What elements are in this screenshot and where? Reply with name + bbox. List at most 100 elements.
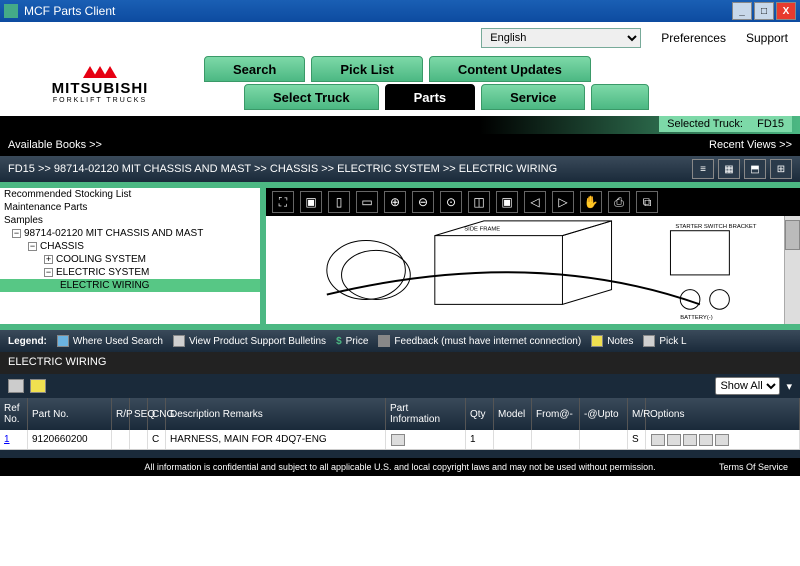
select-icon[interactable]: ▣ [496,191,518,213]
tab-search[interactable]: Search [204,56,305,82]
zoom-in-icon[interactable]: ⊕ [384,191,406,213]
pan-icon[interactable]: ✋ [580,191,602,213]
preferences-link[interactable]: Preferences [661,31,726,45]
legend-price[interactable]: $Price [336,336,368,347]
cell-seq [130,430,148,449]
cell-ref[interactable]: 1 [0,430,28,449]
support-link[interactable]: Support [746,31,788,45]
next-icon[interactable]: ▷ [552,191,574,213]
cell-upto [580,430,628,449]
legend-bulletins[interactable]: View Product Support Bulletins [173,335,326,347]
cell-mr: S [628,430,646,449]
list-view-icon[interactable]: ≡ [692,159,714,179]
col-info[interactable]: Part Information [386,398,466,430]
legend-bar: Legend: Where Used Search View Product S… [0,330,800,352]
dropdown-icon[interactable]: ▾ [786,380,792,393]
marquee-icon[interactable]: ◫ [468,191,490,213]
tree-chassis[interactable]: −CHASSIS [0,240,260,253]
maximize-button[interactable]: □ [754,2,774,20]
col-desc[interactable]: Description Remarks [166,398,386,430]
logo: MITSUBISHI FORKLIFT TRUCKS [0,54,200,116]
tab-select-truck[interactable]: Select Truck [244,84,379,110]
col-seq[interactable]: SEQ [130,398,148,430]
legend-where-used[interactable]: Where Used Search [57,335,163,347]
section-header: ELECTRIC WIRING [0,352,800,374]
legend-pick[interactable]: Pick L [643,335,686,347]
expand-icon[interactable]: + [44,255,53,264]
cell-from [532,430,580,449]
close-button[interactable]: X [776,2,796,20]
print-icon[interactable]: ⎙ [608,191,630,213]
col-opt[interactable]: Options [646,398,800,430]
header: MITSUBISHI FORKLIFT TRUCKS Search Pick L… [0,54,800,116]
legend-notes[interactable]: Notes [591,335,633,347]
tree-cooling[interactable]: +COOLING SYSTEM [0,253,260,266]
tab-service[interactable]: Service [481,84,585,110]
opt-icon-5[interactable] [715,434,729,446]
detail-view-icon[interactable]: ⊞ [770,159,792,179]
tab-overflow[interactable] [591,84,649,110]
fullscreen-icon[interactable]: ⛶ [272,191,294,213]
zoom-out-icon[interactable]: ⊖ [412,191,434,213]
tree-item[interactable]: Recommended Stocking List [0,188,260,201]
legend-feedback[interactable]: Feedback (must have internet connection) [378,335,581,347]
col-upto[interactable]: -@Upto [580,398,628,430]
window-titlebar: MCF Parts Client _ □ X [0,0,800,22]
legend-label: Legend: [8,336,47,347]
tree-item[interactable]: Maintenance Parts [0,201,260,214]
tree-panel: Recommended Stocking List Maintenance Pa… [0,188,266,324]
tab-pick-list[interactable]: Pick List [311,56,422,82]
opt-icon-4[interactable] [699,434,713,446]
col-mr[interactable]: M/R [628,398,646,430]
tab-parts[interactable]: Parts [385,84,476,110]
tree-wiring-selected[interactable]: ELECTRIC WIRING [0,279,260,292]
page-icon[interactable]: ▯ [328,191,350,213]
footer-text: All information is confidential and subj… [144,462,655,472]
col-cng[interactable]: CNG [148,398,166,430]
opt-icon-2[interactable] [667,434,681,446]
col-from[interactable]: From@- [532,398,580,430]
minimize-button[interactable]: _ [732,2,752,20]
table-row[interactable]: 1 9120660200 C HARNESS, MAIN FOR 4DQ7-EN… [0,430,800,450]
diagram-viewer[interactable]: SIDE FRAME STARTER SWITCH BRACKET BATTER… [266,216,800,324]
cell-part: 9120660200 [28,430,112,449]
fit-icon[interactable]: ▣ [300,191,322,213]
language-select[interactable]: English [481,28,641,48]
opt-icon-3[interactable] [683,434,697,446]
prev-icon[interactable]: ◁ [524,191,546,213]
filter-toggle-1[interactable] [8,379,24,393]
col-qty[interactable]: Qty [466,398,494,430]
tab-content-updates[interactable]: Content Updates [429,56,591,82]
cell-info[interactable] [386,430,466,449]
zoom-reset-icon[interactable]: ⊙ [440,191,462,213]
info-icon[interactable] [391,434,405,446]
tree-electric[interactable]: −ELECTRIC SYSTEM [0,266,260,279]
layout-icon[interactable]: ⬒ [744,159,766,179]
topbar: English Preferences Support [0,22,800,54]
collapse-icon[interactable]: − [28,242,37,251]
col-rp[interactable]: R/P [112,398,130,430]
tree-book[interactable]: −98714-02120 MIT CHASSIS AND MAST [0,227,260,240]
breadcrumb-path[interactable]: FD15 >> 98714-02120 MIT CHASSIS AND MAST… [8,163,692,175]
col-model[interactable]: Model [494,398,532,430]
recent-views-link[interactable]: Recent Views >> [709,139,792,151]
footer: All information is confidential and subj… [0,458,800,476]
scrollbar-vertical[interactable] [784,216,800,324]
grid-view-icon[interactable]: ▦ [718,159,740,179]
col-ref[interactable]: Ref No. [0,398,28,430]
width-icon[interactable]: ▭ [356,191,378,213]
cell-options [646,430,800,449]
terms-link[interactable]: Terms Of Service [719,462,788,472]
filter-toggle-2[interactable] [30,379,46,393]
logo-subtitle: FORKLIFT TRUCKS [53,97,147,104]
copy-icon[interactable]: ⧉ [636,191,658,213]
col-part[interactable]: Part No. [28,398,112,430]
show-all-select[interactable]: Show All [715,377,780,395]
svg-text:BATTERY(-): BATTERY(-) [680,315,712,321]
tree-item[interactable]: Samples [0,214,260,227]
collapse-icon[interactable]: − [12,229,21,238]
opt-icon-1[interactable] [651,434,665,446]
collapse-icon[interactable]: − [44,268,53,277]
available-books-link[interactable]: Available Books >> [8,139,709,151]
breadcrumb: FD15 >> 98714-02120 MIT CHASSIS AND MAST… [0,156,800,182]
